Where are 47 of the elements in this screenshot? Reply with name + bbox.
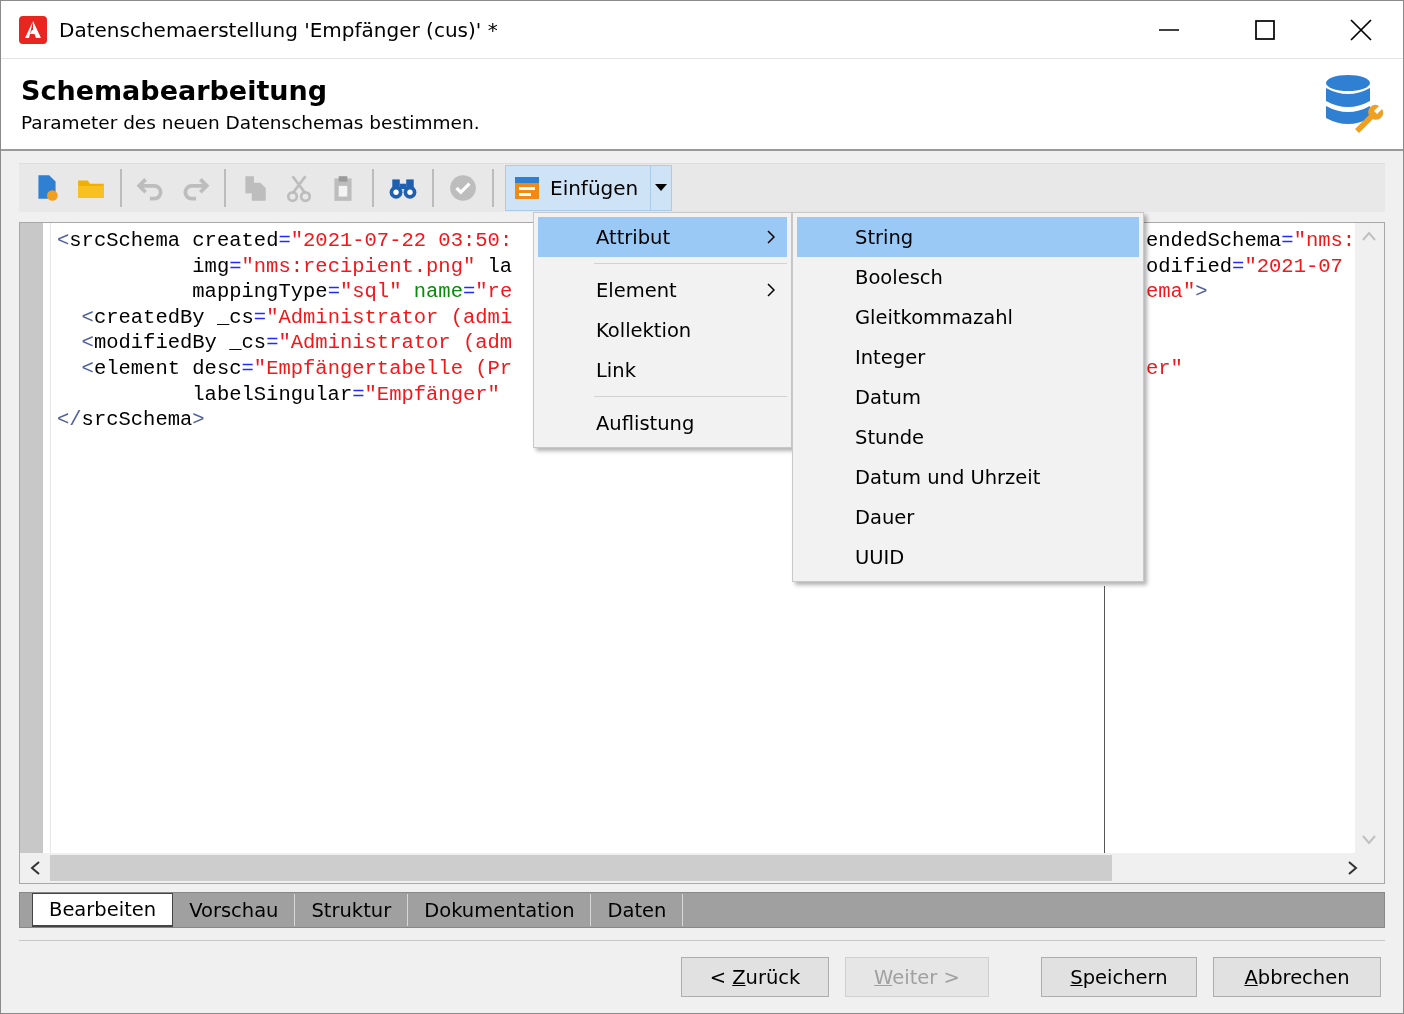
menu-item[interactable]: UUID [797, 537, 1139, 577]
tab[interactable]: Dokumentation [408, 894, 592, 926]
scrollbar-thumb[interactable] [50, 855, 1112, 881]
caret-icon [655, 184, 668, 192]
menu-item[interactable]: Integer [797, 337, 1139, 377]
menu-item[interactable]: String [797, 217, 1139, 257]
menu-item[interactable]: Auflistung [538, 403, 787, 443]
code-line: img="nms:recipient.png" la [191, 253, 513, 280]
code-line: endedSchema="nms: [1146, 228, 1356, 254]
page-subtitle: Parameter des neuen Datenschemas bestimmen. [21, 112, 481, 133]
scroll-right-icon[interactable] [1348, 861, 1358, 875]
menu-item[interactable]: Dauer [797, 497, 1139, 537]
tab[interactable]: Struktur [295, 894, 409, 926]
menu-item[interactable]: Attribut [538, 217, 787, 257]
code-line: er" [1146, 355, 1183, 382]
insert-dropdown-button[interactable]: Einfügen [505, 165, 673, 211]
menu-item[interactable]: Gleitkommazahl [797, 297, 1139, 337]
menu-item[interactable]: Kollektion [538, 310, 787, 350]
dialog-button[interactable]: Abbrechen [1213, 957, 1381, 997]
menu-item[interactable]: Datum und Uhrzeit [797, 457, 1139, 497]
code-line: <modifiedBy _cs="Administrator (adm [80, 330, 513, 356]
menu-item[interactable]: Element [538, 270, 787, 310]
scroll-up-icon[interactable] [1362, 231, 1377, 241]
database-wrench-icon [1325, 73, 1383, 135]
page-heading: Schemabearbeitung [21, 75, 329, 106]
code-line: <srcSchema created="2021-07-22 03:50: [57, 228, 513, 254]
code-line: mappingType="sql" name="re [191, 279, 513, 305]
menu-item[interactable]: Datum [797, 377, 1139, 417]
dialog-button[interactable]: < Zurück [681, 957, 829, 997]
tab[interactable]: Daten [591, 894, 684, 926]
code-line: labelSingular="Empfänger" [191, 381, 500, 408]
menu-item[interactable]: Stunde [797, 417, 1139, 457]
app-logo-icon [19, 15, 47, 44]
window-title: Datenschemaerstellung 'Empfänger (cus)' * [59, 17, 499, 42]
scroll-down-icon[interactable] [1362, 835, 1377, 845]
code-line: ema"> [1146, 279, 1208, 305]
code-line: odified="2021-07 [1146, 253, 1343, 280]
insert-window-icon [514, 175, 540, 201]
menu-item[interactable]: Link [538, 350, 787, 390]
dialog-button[interactable]: Speichern [1041, 957, 1197, 997]
tab[interactable]: Bearbeiten [32, 893, 174, 927]
code-line: </srcSchema> [57, 407, 205, 433]
menu-item[interactable]: Boolesch [797, 257, 1139, 297]
code-line: <createdBy _cs="Administrator (admi [80, 304, 513, 331]
tab[interactable]: Vorschau [173, 894, 296, 926]
code-line: <element desc="Empfängertabelle (Pr [80, 355, 513, 382]
scroll-left-icon[interactable] [30, 861, 40, 875]
